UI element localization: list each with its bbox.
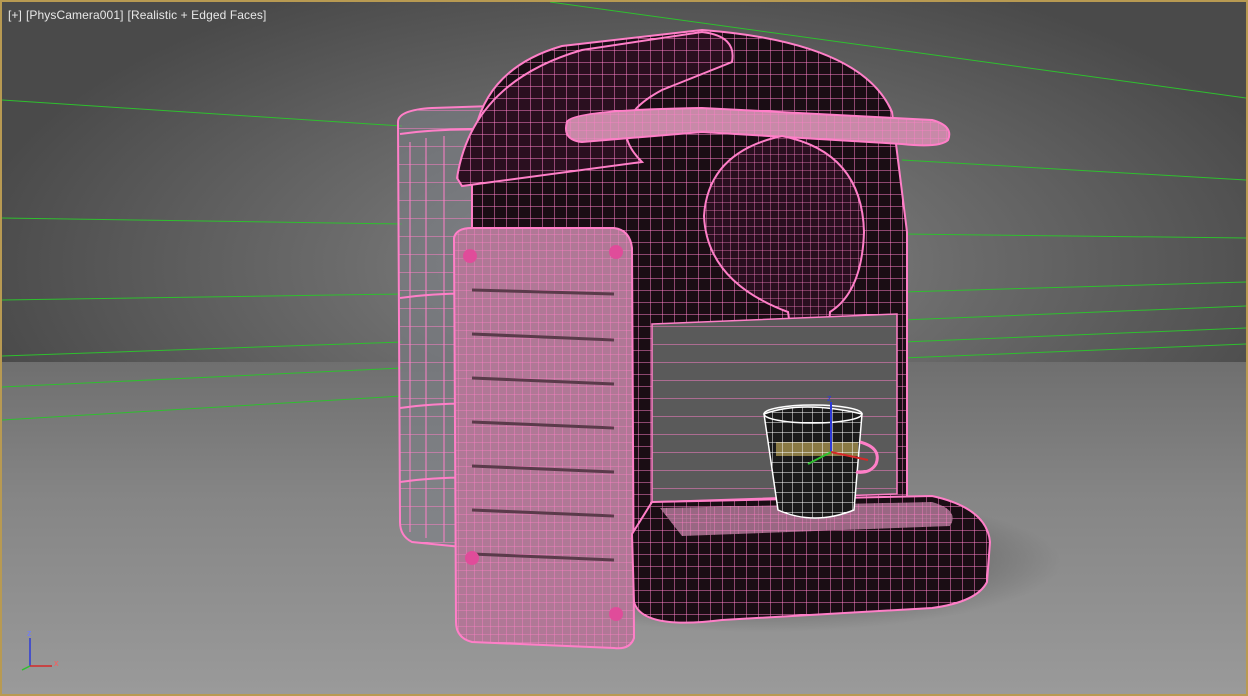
gizmo-x-label: x [54,658,59,668]
screw-icon [609,607,623,621]
viewport-menu-button[interactable]: [+] [8,8,22,22]
grid-line [2,99,403,127]
axis-gizmo: z x [16,628,66,674]
screw-icon [465,551,479,565]
grid-line [901,233,1246,239]
y-axis-icon [21,665,31,671]
grid-line [2,341,403,357]
grid-line [2,395,403,421]
grid-line [901,159,1246,181]
grid-line [901,327,1246,343]
screw-icon [609,245,623,259]
cup-gizmo-z-label: z [827,393,832,403]
grid-line [2,293,403,301]
grid-line [901,305,1246,321]
gizmo-z-label: z [27,628,32,638]
grid-line [2,217,403,225]
side-panel [452,227,636,650]
camera-selector[interactable]: [PhysCamera001] [26,8,124,22]
grid-line [2,367,403,388]
viewport-label: [+] [PhysCamera001] [Realistic + Edged F… [8,8,266,22]
grid-line [901,343,1246,359]
perspective-viewport[interactable]: [+] [PhysCamera001] [Realistic + Edged F… [0,0,1248,696]
shading-mode-selector[interactable]: [Realistic + Edged Faces] [128,8,267,22]
screw-icon [463,249,477,263]
scene-render: z [2,2,1246,650]
grid-line [901,281,1246,293]
